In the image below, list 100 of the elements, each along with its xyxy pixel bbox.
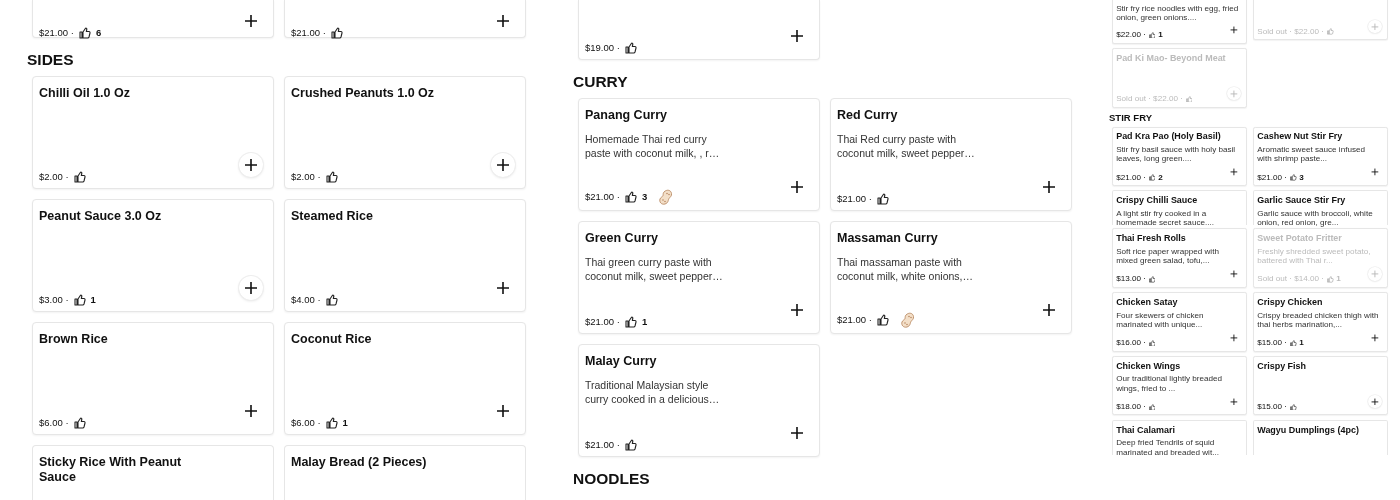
item-description: Thai massaman paste with coconut milk, white onions,… [837,255,974,283]
like-count: 3 [641,191,648,203]
thumbs-up-icon [624,439,637,451]
item-description: Thai green curry paste with coconut milk, sweet pepper… [585,255,724,283]
price-text: $6.00 · [291,417,321,429]
item-name: Sticky Rice With Peanut Sauce [39,455,183,485]
thumbs-up-icon [624,191,637,203]
like-count: 1 [1299,338,1304,348]
item-description: Stir fry rice noodles with egg, fried onion, green onions.... [1116,3,1240,23]
like-count: 2 [1158,172,1163,183]
thumbs-up-icon [325,171,338,183]
item-description: Four skewers of chicken marinated with unique... [1116,310,1205,330]
item-name: Panang Curry [585,108,668,123]
price-text: Sold out · $22.00 · [1116,94,1183,104]
price-text: $19.00 · [585,42,620,54]
plus-icon [1042,180,1056,194]
item-description: Soft rice paper wrapped with mixed green salad, tofu,... [1116,246,1220,266]
thumbs-up-icon [330,27,343,39]
price-text: $3.00 · [39,294,69,306]
like-count: 1 [641,316,648,328]
thumbs-up-icon [624,316,637,328]
thumbs-up-icon [73,417,86,429]
thumbs-up-icon [73,294,86,306]
item-description: Garlic sauce with broccoli, white onion, red onion, gre... [1257,208,1374,228]
price-text: $21.00 · [585,191,620,203]
item-description: Traditional Malaysian style curry cooked in a delicious… [585,378,721,406]
plus-icon [496,404,510,418]
price-text: $21.00 · [837,193,872,205]
item-name: Thai Fresh Rolls [1116,233,1187,244]
plus-icon [496,158,510,172]
price-text: $21.00 · [39,27,74,39]
price-text: Sold out · $22.00 · [1257,27,1324,37]
plus-icon [496,281,510,295]
price-text: Sold out · $14.00 · [1257,274,1324,284]
price-text: $21.00 · [585,316,620,328]
item-description: Our traditional lightly breaded wings, fried to ... [1116,374,1224,394]
section-heading: STIR FRY [1109,113,1153,124]
item-description: Stir fry basil sauce with holy basil leaves, long green.... [1116,144,1237,164]
item-name: Pad Ki Mao- Beyond Meat [1116,53,1227,64]
item-name: Cashew Nut Stir Fry [1257,131,1344,142]
item-name: Crispy Chilli Sauce [1116,195,1199,206]
thumbs-up-icon [325,417,338,429]
plus-icon [790,29,804,43]
price-text: $2.00 · [39,171,69,183]
item-name: Massaman Curry [837,231,939,246]
section-heading: CURRY [573,73,629,91]
price-text: $4.00 · [291,294,321,306]
price-text: $15.00 · [1257,402,1288,412]
item-description: A light stir fry cooked in a homemade secret sauce.... [1116,208,1215,228]
price-text: $18.00 · [1116,402,1146,412]
thumbs-up-icon [73,171,86,183]
item-name: Chicken Wings [1116,361,1182,372]
item-name: Malay Bread (2 Pieces) [291,455,428,470]
item-name: Chilli Oil 1.0 Oz [39,86,131,101]
item-name: Chicken Satay [1116,297,1179,308]
thumbs-up-icon [78,27,91,39]
item-name: Red Curry [837,108,899,123]
item-name: Wagyu Dumplings (4pc) [1257,424,1360,435]
item-name: Coconut Rice [291,332,373,347]
plus-icon [790,303,804,317]
item-description: Deep fried Tendrils of squid marinated and breaded wit... [1116,438,1220,458]
price-text: $21.00 · [585,439,620,451]
item-name: Sweet Potato Fritter [1257,233,1343,244]
item-name: Crispy Chicken [1257,297,1324,308]
plus-icon [790,180,804,194]
item-name: Thai Calamari [1116,424,1176,435]
item-name: Steamed Rice [291,209,374,224]
price-text: $22.00 · [1116,30,1146,40]
price-text: $21.00 · [1116,172,1146,183]
price-text: $6.00 · [39,417,69,429]
item-name: Green Curry [585,231,659,246]
price-text: $2.00 · [291,171,321,183]
plus-icon [244,14,258,28]
price-text: $21.00 · [1257,172,1288,183]
item-name: Garlic Sauce Stir Fry [1257,195,1347,206]
price-text: $21.00 · [291,27,326,39]
like-count: 1 [1336,274,1341,284]
item-description: Thai Red curry paste with coconut milk, sweet pepper… [837,132,976,160]
item-description: Homemade Thai red curry paste with coconut milk, , r… [585,132,721,160]
item-name: Crispy Fish [1257,361,1308,372]
thumbs-up-icon [624,42,637,54]
plus-icon [244,158,258,172]
item-description: Aromatic sweet sauce infused with shrimp paste... [1257,144,1366,164]
price-text: $21.00 · [837,314,872,326]
plus-icon [790,426,804,440]
like-count: 1 [342,417,348,429]
item-name: Pad Kra Pao (Holy Basil) [1116,131,1222,142]
plus-icon [496,14,510,28]
item-name: Malay Curry [585,354,658,369]
thumbs-up-icon [325,294,338,306]
plus-icon [244,404,258,418]
price-text: $13.00 · [1116,274,1146,284]
like-count: 1 [1158,30,1163,40]
plus-icon [1042,303,1056,317]
like-count: 6 [95,27,102,39]
like-count: 1 [90,294,96,306]
item-name: Peanut Sauce 3.0 Oz [39,209,163,224]
like-count: 3 [1299,172,1304,183]
section-heading: SIDES [27,51,75,69]
plus-icon [244,281,258,295]
